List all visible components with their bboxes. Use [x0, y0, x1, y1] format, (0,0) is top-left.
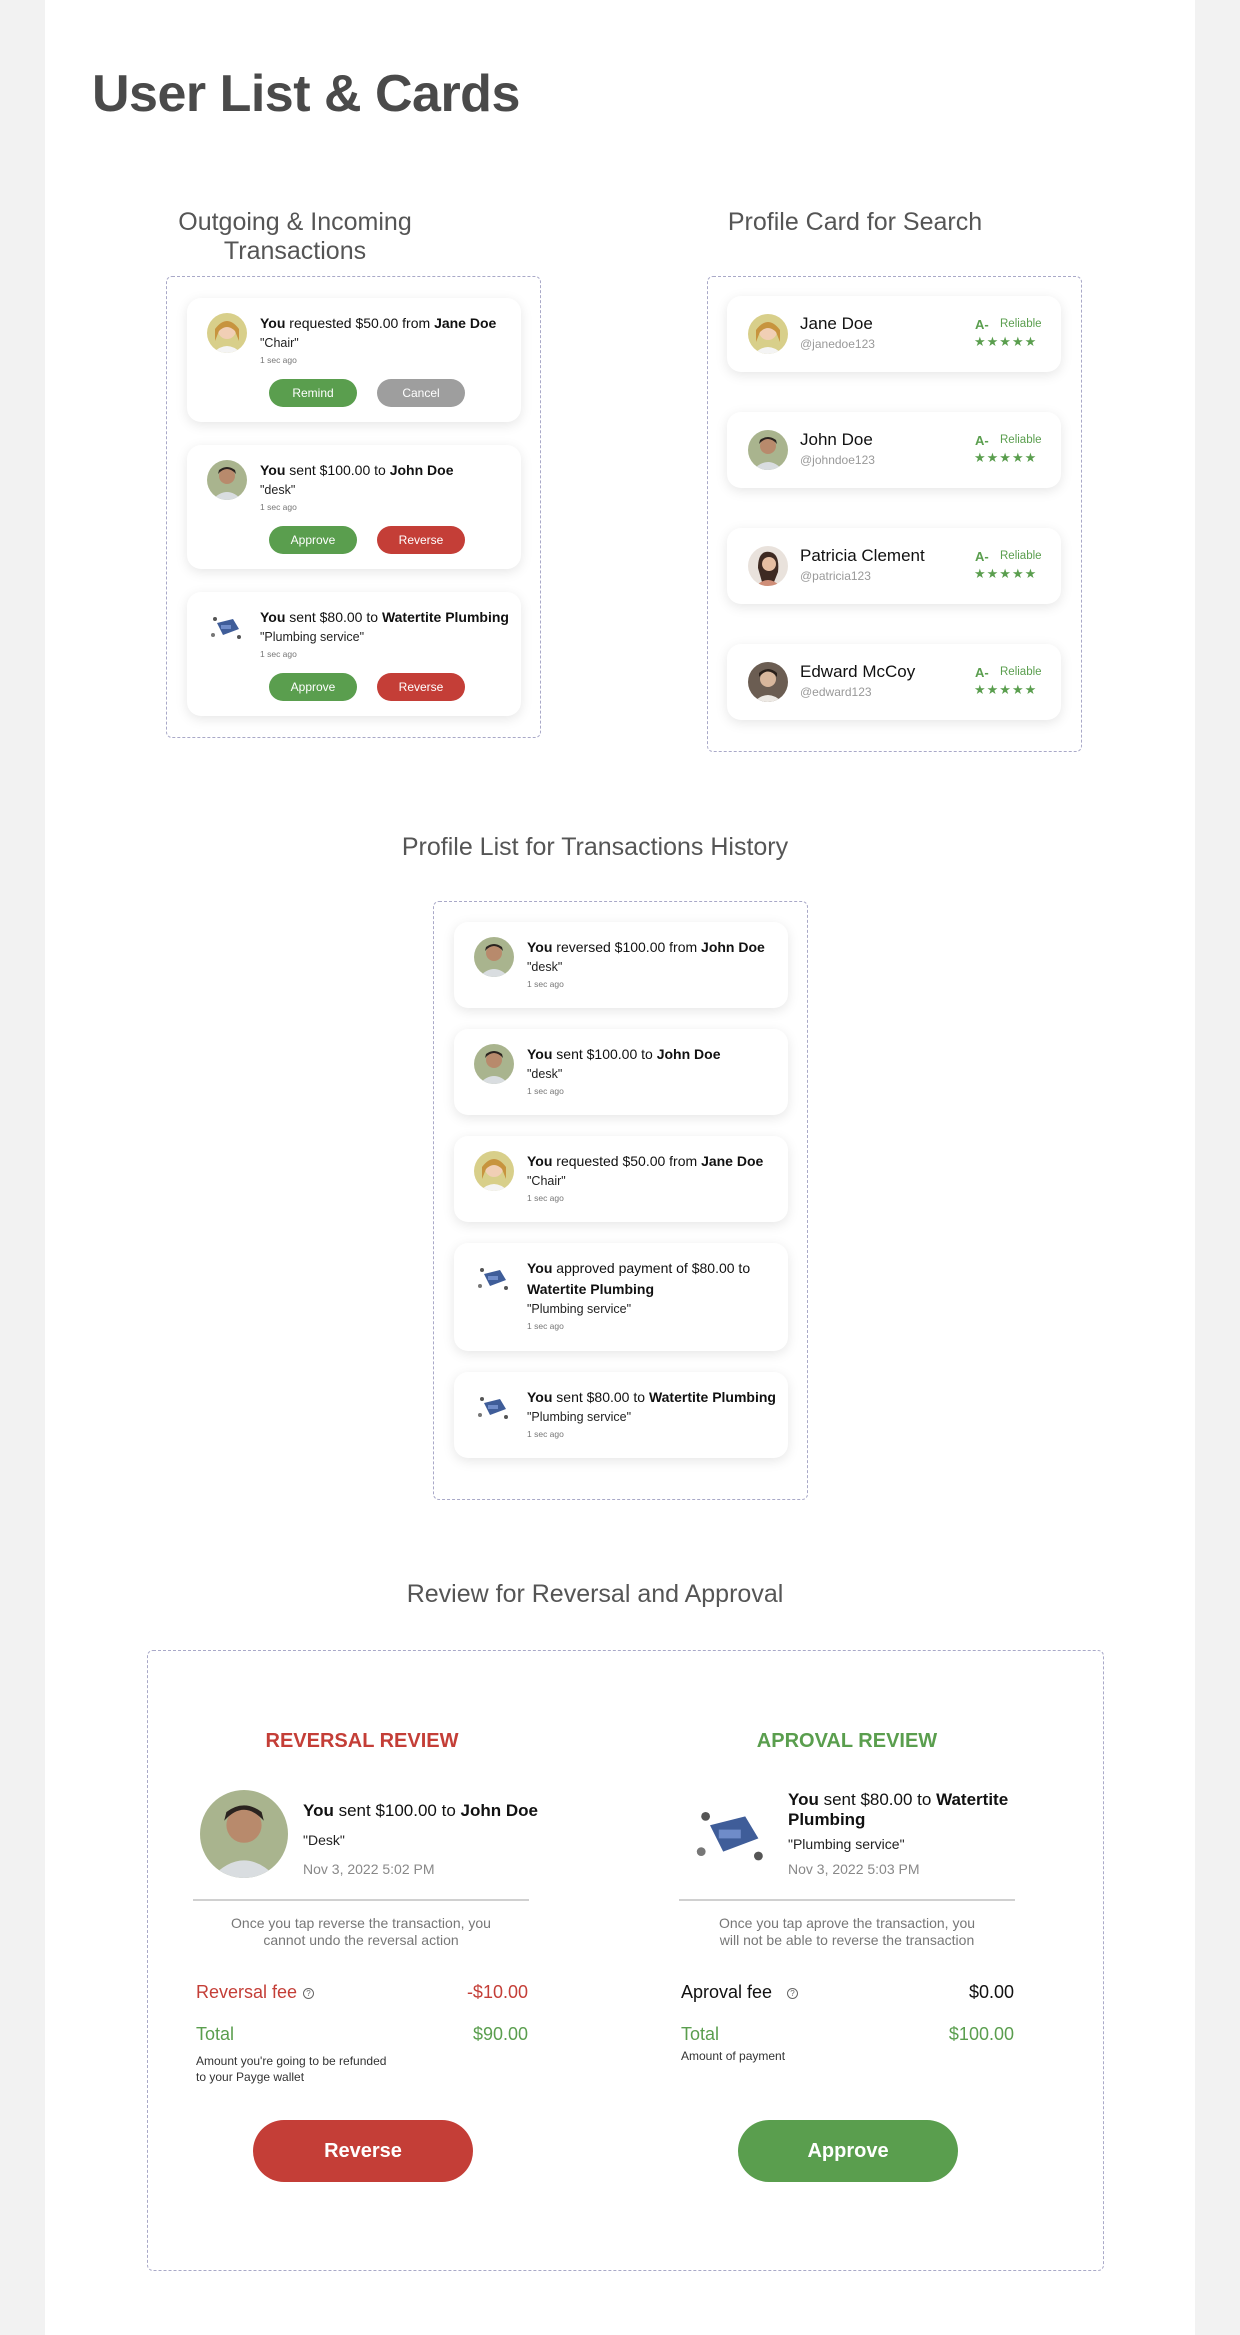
reverse-button[interactable]: Reverse: [377, 673, 465, 701]
reversal-total-value: $90.00: [472, 2024, 528, 2044]
history-note: "Plumbing service": [527, 1410, 632, 1424]
history-time: 1 sec ago: [527, 979, 564, 989]
credit-grade: A-: [975, 317, 989, 332]
reverse-button[interactable]: Reverse: [253, 2120, 473, 2182]
transaction-card[interactable]: You sent $100.00 to John Doe "desk" 1 se…: [187, 445, 521, 569]
transaction-note: "desk": [260, 483, 296, 497]
section-title-transactions: Outgoing & Incoming Transactions: [178, 208, 412, 265]
help-circle-icon[interactable]: ?: [787, 1988, 798, 1999]
avatar-jane: [474, 1151, 514, 1191]
divider: [679, 1899, 1015, 1901]
credit-grade: A-: [975, 665, 989, 680]
divider: [193, 1899, 529, 1901]
avatar-jane: [207, 313, 247, 353]
profile-name: John Doe: [800, 430, 873, 449]
cancel-button[interactable]: Cancel: [377, 379, 465, 407]
profile-handle: @johndoe123: [800, 453, 875, 467]
history-item[interactable]: You sent $100.00 to John Doe "desk" 1 se…: [454, 1029, 788, 1115]
approval-note: "Plumbing service": [788, 1836, 905, 1852]
avatar-john: [474, 1044, 514, 1084]
transaction-note: "Plumbing service": [260, 630, 365, 644]
avatar-watertite: [474, 1387, 514, 1427]
approval-total-note: Amount of payment: [681, 2049, 786, 2063]
transaction-card[interactable]: You sent $80.00 to Watertite Plumbing "P…: [187, 592, 521, 716]
reversal-warning: Once you tap reverse the transaction, yo…: [231, 1915, 491, 1948]
reversal-review-heading: REVERSAL REVIEW: [265, 1730, 459, 1752]
transaction-time: 1 sec ago: [260, 649, 297, 659]
page-title: User List & Cards: [92, 65, 520, 123]
profile-card[interactable]: Edward McCoy @edward123 A- Reliable ★★★★…: [727, 644, 1061, 720]
profile-handle: @edward123: [800, 685, 872, 699]
reliability-label: Reliable: [1000, 434, 1042, 446]
history-note: "desk": [527, 1067, 563, 1081]
history-item[interactable]: You requested $50.00 from Jane Doe "Chai…: [454, 1136, 788, 1222]
avatar-john: [474, 937, 514, 977]
approve-button[interactable]: Approve: [738, 2120, 958, 2182]
avatar-john: [200, 1790, 288, 1878]
profile-name: Jane Doe: [800, 314, 873, 333]
transaction-note: "Chair": [260, 336, 299, 350]
section-title-history: Profile List for Transactions History: [401, 833, 789, 861]
approval-total-label: Total: [681, 2024, 720, 2044]
avatar-watertite: [207, 607, 247, 647]
approve-button[interactable]: Approve: [269, 526, 357, 554]
star-rating: ★★★★★: [974, 682, 1038, 697]
history-note: "Plumbing service": [527, 1302, 632, 1316]
history-time: 1 sec ago: [527, 1429, 564, 1439]
profile-name: Edward McCoy: [800, 662, 916, 681]
approval-total-value: $100.00: [948, 2024, 1014, 2044]
reversal-total-label: Total: [196, 2024, 235, 2044]
avatar-john: [207, 460, 247, 500]
transaction-time: 1 sec ago: [260, 502, 297, 512]
transaction-time: 1 sec ago: [260, 355, 297, 365]
star-rating: ★★★★★: [974, 566, 1038, 581]
profile-handle: @patricia123: [800, 569, 871, 583]
avatar-patricia: [748, 546, 788, 586]
reliability-label: Reliable: [1000, 666, 1042, 678]
avatar-edward: [748, 662, 788, 702]
star-rating: ★★★★★: [974, 334, 1038, 349]
history-note: "desk": [527, 960, 563, 974]
history-item[interactable]: You approved payment of $80.00 to Watert…: [454, 1243, 788, 1351]
approval-date: Nov 3, 2022 5:03 PM: [788, 1861, 920, 1877]
history-time: 1 sec ago: [527, 1086, 564, 1096]
reversal-total-note: Amount you're going to be refunded to yo…: [196, 2054, 387, 2084]
approval-fee-value: $0.00: [968, 1982, 1014, 2002]
avatar-jane: [748, 314, 788, 354]
history-note: "Chair": [527, 1174, 566, 1188]
artboard: User List & Cards Outgoing & Incoming Tr…: [45, 0, 1195, 2335]
profile-handle: @janedoe123: [800, 337, 875, 351]
history-item[interactable]: You sent $80.00 to Watertite Plumbing "P…: [454, 1372, 788, 1458]
reversal-date: Nov 3, 2022 5:02 PM: [303, 1861, 435, 1877]
history-time: 1 sec ago: [527, 1193, 564, 1203]
reversal-fee-label: Reversal fee: [196, 1982, 298, 2002]
avatar-john: [748, 430, 788, 470]
transaction-card[interactable]: You requested $50.00 from Jane Doe "Chai…: [187, 298, 521, 422]
profile-card[interactable]: John Doe @johndoe123 A- Reliable ★★★★★: [727, 412, 1061, 488]
section-title-review: Review for Reversal and Approval: [406, 1580, 784, 1608]
history-time: 1 sec ago: [527, 1321, 564, 1331]
reliability-label: Reliable: [1000, 550, 1042, 562]
reliability-label: Reliable: [1000, 318, 1042, 330]
profile-name: Patricia Clement: [800, 546, 925, 565]
credit-grade: A-: [975, 549, 989, 564]
reversal-fee-value: -$10.00: [466, 1982, 528, 2002]
help-circle-icon[interactable]: ?: [303, 1988, 314, 1999]
reversal-note: "Desk": [303, 1832, 345, 1848]
remind-button[interactable]: Remind: [269, 379, 357, 407]
profile-card[interactable]: Patricia Clement @patricia123 A- Reliabl…: [727, 528, 1061, 604]
avatar-watertite: [688, 1790, 776, 1878]
history-item[interactable]: You reversed $100.00 from John Doe "desk…: [454, 922, 788, 1008]
profile-card[interactable]: Jane Doe @janedoe123 A- Reliable ★★★★★: [727, 296, 1061, 372]
reverse-button[interactable]: Reverse: [377, 526, 465, 554]
approval-fee-label: Aproval fee: [681, 1982, 773, 2002]
approval-warning: Once you tap aprove the transaction, you…: [718, 1915, 976, 1948]
approval-review-heading: APROVAL REVIEW: [756, 1730, 938, 1752]
section-title-profile-search: Profile Card for Search: [727, 208, 983, 236]
avatar-watertite: [474, 1258, 514, 1298]
credit-grade: A-: [975, 433, 989, 448]
star-rating: ★★★★★: [974, 450, 1038, 465]
approve-button[interactable]: Approve: [269, 673, 357, 701]
